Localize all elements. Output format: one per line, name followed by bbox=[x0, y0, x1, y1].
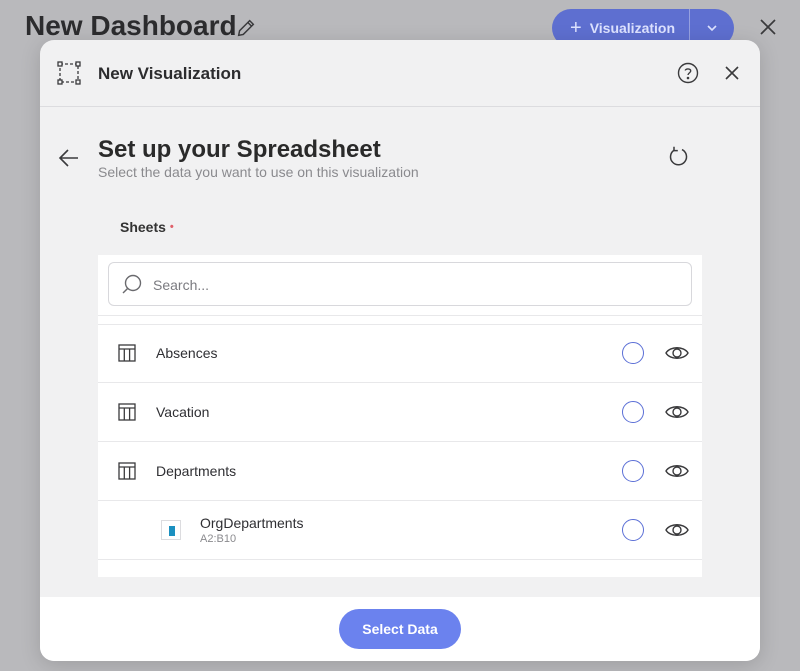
named-range-icon bbox=[161, 520, 181, 540]
range-label: OrgDepartments bbox=[200, 515, 304, 531]
list-item-sheet[interactable]: Vacation bbox=[98, 383, 702, 442]
new-visualization-dialog: New Visualization Set up your Spreadshee… bbox=[40, 40, 760, 661]
dashboard-title: New Dashboard bbox=[25, 10, 237, 41]
sheet-label: Departments bbox=[156, 463, 237, 479]
list-item-sheet[interactable]: Absences bbox=[98, 324, 702, 383]
sheets-list-panel: Absences Vacation Departments bbox=[98, 255, 702, 577]
eye-icon[interactable] bbox=[665, 344, 689, 362]
sheets-label: Sheets • bbox=[120, 219, 174, 235]
chevron-down-icon[interactable] bbox=[704, 20, 720, 36]
page-title: Set up your Spreadsheet bbox=[98, 136, 381, 163]
refresh-icon[interactable] bbox=[667, 145, 691, 169]
add-visualization-label: Visualization bbox=[589, 20, 676, 36]
page-subtitle: Select the data you want to use on this … bbox=[98, 164, 419, 180]
select-data-button[interactable]: Select Data bbox=[339, 609, 461, 649]
visualization-icon bbox=[57, 61, 81, 85]
range-address: A2:B10 bbox=[200, 533, 237, 545]
eye-icon[interactable] bbox=[665, 521, 689, 539]
search-input[interactable] bbox=[153, 272, 673, 298]
list-item-sheet[interactable]: Departments bbox=[98, 442, 702, 501]
select-radio[interactable] bbox=[622, 519, 644, 541]
dialog-header: New Visualization bbox=[40, 40, 760, 107]
close-icon[interactable] bbox=[724, 65, 740, 81]
required-marker: • bbox=[169, 221, 174, 233]
table-icon bbox=[118, 403, 136, 421]
help-icon[interactable] bbox=[677, 62, 699, 84]
plus-icon: + bbox=[570, 17, 582, 39]
search-box[interactable] bbox=[108, 262, 692, 306]
select-radio[interactable] bbox=[622, 460, 644, 482]
back-arrow-icon[interactable] bbox=[58, 148, 80, 168]
list-item-named-range[interactable]: OrgDepartments A2:B10 bbox=[98, 501, 702, 560]
dialog-footer: Select Data bbox=[40, 597, 760, 661]
table-icon bbox=[118, 462, 136, 480]
select-radio[interactable] bbox=[622, 342, 644, 364]
search-icon bbox=[122, 274, 142, 294]
table-icon bbox=[118, 344, 136, 362]
sheet-label: Vacation bbox=[156, 404, 210, 420]
close-dashboard-icon[interactable] bbox=[758, 17, 778, 37]
eye-icon[interactable] bbox=[665, 462, 689, 480]
dialog-title: New Visualization bbox=[98, 64, 242, 83]
sheet-label: Absences bbox=[156, 345, 218, 361]
eye-icon[interactable] bbox=[665, 403, 689, 421]
select-radio[interactable] bbox=[622, 401, 644, 423]
pencil-icon[interactable] bbox=[235, 17, 257, 39]
